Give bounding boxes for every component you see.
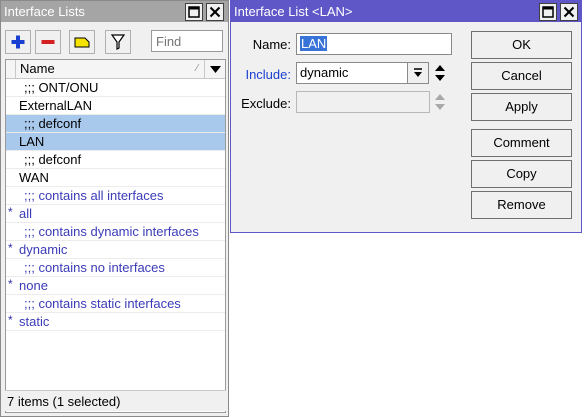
- comment-button[interactable]: [69, 30, 95, 54]
- list-comment-row[interactable]: ;;; defconf: [6, 151, 225, 169]
- row-text: ;;; contains static interfaces: [24, 296, 181, 311]
- list-comment-row[interactable]: ;;; contains dynamic interfaces: [6, 223, 225, 241]
- row-text: ;;; defconf: [24, 116, 82, 131]
- columns-dropdown-button[interactable]: [206, 60, 225, 78]
- note-icon: [74, 37, 90, 48]
- row-text: ;;; contains dynamic interfaces: [24, 224, 199, 239]
- include-add-remove-icon[interactable]: [434, 62, 446, 84]
- list-rows: ;;; ONT/ONU ExternalLAN ;;; defconf LAN ;;; …: [6, 79, 225, 331]
- detail-close-button[interactable]: [560, 3, 578, 21]
- row-text: LAN: [19, 134, 45, 149]
- status-bar: 7 items (1 selected): [5, 390, 226, 411]
- detail-restore-button[interactable]: [539, 3, 557, 21]
- restore-icon: [188, 6, 200, 18]
- close-button[interactable]: [206, 3, 224, 21]
- row-text: WAN: [19, 170, 49, 185]
- row-text: all: [19, 206, 33, 221]
- status-text: 7 items (1 selected): [7, 394, 121, 409]
- remove-item-button[interactable]: [35, 30, 61, 54]
- restore-button[interactable]: [185, 3, 203, 21]
- table-row[interactable]: * dynamic: [6, 241, 225, 259]
- row-text: dynamic: [19, 242, 68, 257]
- row-text: ;;; defconf: [24, 152, 82, 167]
- interface-lists-window: Interface Lists Find Name ∕ ;;; ONT/ONU …: [0, 0, 229, 417]
- include-value: dynamic: [300, 65, 349, 80]
- detail-title: Interface List <LAN>: [234, 4, 353, 19]
- include-label[interactable]: Include:: [231, 67, 291, 82]
- detail-titlebar[interactable]: Interface List <LAN>: [231, 1, 581, 22]
- interface-list-detail-window: Interface List <LAN> Name: LAN Include: …: [230, 0, 582, 233]
- exclude-label: Exclude:: [241, 96, 291, 111]
- table-row[interactable]: * none: [6, 277, 225, 295]
- list-comment-row[interactable]: ;;; defconf: [6, 115, 225, 133]
- list-comment-row[interactable]: ;;; ONT/ONU: [6, 79, 225, 97]
- row-text: none: [19, 278, 48, 293]
- list-comment-row[interactable]: ;;; contains all interfaces: [6, 187, 225, 205]
- interface-lists-title: Interface Lists: [4, 4, 85, 19]
- close-icon: [563, 6, 575, 18]
- cancel-button[interactable]: Cancel: [471, 62, 572, 90]
- list-comment-row[interactable]: ;;; contains no interfaces: [6, 259, 225, 277]
- include-dropdown-button[interactable]: [407, 62, 429, 84]
- dynamic-flag: *: [8, 241, 13, 255]
- row-text: static: [19, 314, 50, 329]
- table-row[interactable]: * all: [6, 205, 225, 223]
- table-row[interactable]: WAN: [6, 169, 225, 187]
- exclude-select[interactable]: [296, 91, 430, 113]
- sort-indicator-icon: ∕: [196, 63, 198, 74]
- name-value: LAN: [300, 36, 328, 51]
- row-text: ;;; contains no interfaces: [24, 260, 165, 275]
- filter-button[interactable]: [105, 30, 131, 54]
- add-button[interactable]: [5, 30, 31, 54]
- name-label: Name:: [252, 37, 291, 52]
- dynamic-flag: *: [8, 205, 13, 219]
- row-text: ;;; contains all interfaces: [24, 188, 164, 203]
- dropdown-arrow-icon: [414, 68, 422, 77]
- table-row[interactable]: ExternalLAN: [6, 97, 225, 115]
- plus-icon: [11, 35, 25, 49]
- list-header: Name ∕: [6, 60, 225, 79]
- row-text: ExternalLAN: [19, 98, 92, 113]
- table-row[interactable]: LAN: [6, 133, 225, 151]
- find-input[interactable]: [151, 30, 223, 52]
- row-text: ;;; ONT/ONU: [24, 80, 99, 95]
- apply-button[interactable]: Apply: [471, 93, 572, 121]
- minus-icon: [41, 40, 55, 44]
- list-comment-row[interactable]: ;;; contains static interfaces: [6, 295, 225, 313]
- table-row[interactable]: * static: [6, 313, 225, 331]
- comment-dialog-button[interactable]: Comment: [471, 129, 572, 157]
- filter-icon: [111, 34, 125, 50]
- name-column-label: Name: [20, 61, 55, 76]
- close-icon: [209, 6, 221, 18]
- include-select[interactable]: dynamic: [296, 62, 408, 84]
- name-column-header[interactable]: Name ∕: [15, 60, 205, 78]
- dynamic-flag: *: [8, 313, 13, 327]
- copy-button[interactable]: Copy: [471, 160, 572, 188]
- dynamic-flag: *: [8, 277, 13, 291]
- chevron-down-icon: [210, 65, 221, 73]
- name-field[interactable]: LAN: [296, 33, 452, 55]
- interface-list-table: Name ∕ ;;; ONT/ONU ExternalLAN ;;; defconf…: [5, 59, 226, 413]
- remove-button[interactable]: Remove: [471, 191, 572, 219]
- restore-icon: [542, 6, 554, 18]
- ok-button[interactable]: OK: [471, 31, 572, 59]
- exclude-add-remove-icon[interactable]: [434, 91, 446, 113]
